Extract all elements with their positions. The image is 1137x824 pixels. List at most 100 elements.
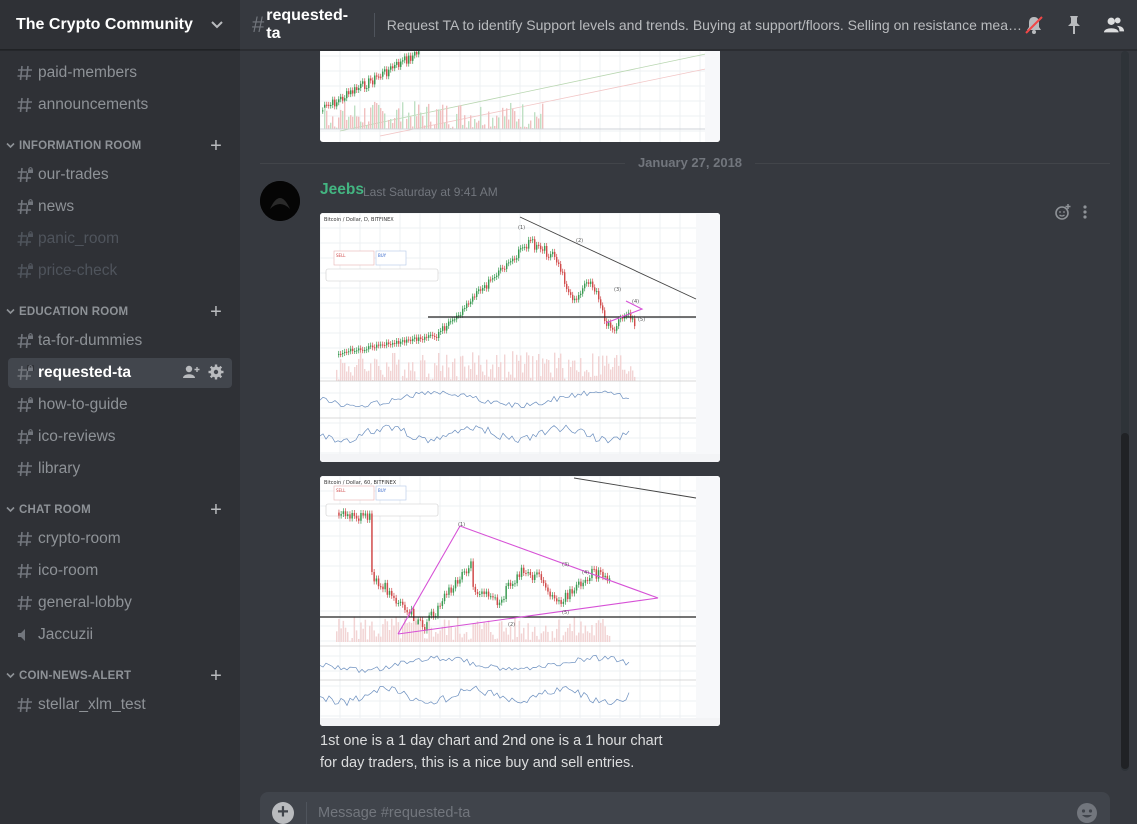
sidebar-channel-crypto-room[interactable]: crypto-room — [8, 524, 232, 554]
pin-icon[interactable] — [1063, 14, 1085, 36]
volume-bar — [362, 628, 364, 642]
price-candle — [560, 263, 562, 272]
more-options-icon[interactable] — [1082, 203, 1088, 226]
upload-plus-button[interactable]: + — [272, 802, 294, 824]
price-candle — [394, 342, 396, 344]
volume-bar — [468, 639, 470, 642]
message-input[interactable] — [318, 800, 1058, 824]
add-reaction-icon[interactable] — [1054, 203, 1072, 226]
category-education-room[interactable]: EDUCATION ROOM + — [0, 300, 240, 324]
volume-bar — [606, 355, 608, 381]
notification-muted-icon[interactable] — [1023, 14, 1045, 36]
volume-bar — [394, 117, 396, 129]
time-axis — [320, 454, 720, 462]
sidebar-channel-general-lobby[interactable]: general-lobby — [8, 588, 232, 618]
volume-bar — [440, 110, 442, 129]
channel-name: paid-members — [38, 64, 138, 81]
price-candle — [391, 590, 393, 596]
price-candle — [589, 578, 591, 582]
volume-bar — [558, 357, 560, 381]
volume-bar — [573, 616, 576, 642]
gear-icon[interactable] — [208, 364, 224, 383]
chart-attachment-2[interactable]: Bitcoin / Dollar, 60, BITFINEX SELL BUY (1)… — [320, 476, 720, 726]
sidebar-channel-announcements[interactable]: announcements — [8, 90, 232, 120]
message-scrollbar[interactable] — [1118, 51, 1132, 771]
sidebar-channel-ico-reviews[interactable]: ico-reviews — [8, 422, 232, 452]
volume-bar — [476, 122, 478, 129]
price-candle — [586, 579, 589, 582]
price-candle — [388, 590, 391, 595]
sidebar-channel-stellar-xlm-test[interactable]: stellar_xlm_test — [8, 690, 232, 720]
chart-attachment-1[interactable]: Bitcoin / Dollar, D, BITFINEX SELL BUY (1) (… — [320, 213, 720, 462]
channel-sidebar: The Crypto Community paid-members announc… — [0, 0, 240, 824]
price-candle — [504, 268, 506, 270]
scroll-thumb[interactable] — [1121, 433, 1129, 769]
emoji-picker-icon[interactable] — [1076, 802, 1098, 824]
channel-topic[interactable]: Request TA to identify Support levels an… — [387, 17, 1023, 33]
price-candle — [578, 581, 580, 585]
price-candle — [374, 347, 376, 349]
price-candle — [396, 340, 398, 344]
add-channel-icon[interactable]: + — [210, 665, 222, 688]
sidebar-channel-panic-room[interactable]: panic_room — [8, 224, 232, 254]
price-candle — [597, 570, 600, 579]
volume-bar — [371, 621, 373, 642]
sidebar-channel-jaccuzii[interactable]: Jaccuzii — [8, 620, 232, 650]
volume-bar — [572, 360, 574, 381]
price-candle — [413, 608, 415, 622]
add-channel-icon[interactable]: + — [210, 499, 222, 522]
message-list[interactable]: January 27, 2018 Jeebs Last Saturday at … — [240, 51, 1118, 771]
sidebar-channel-ta-for-dummies[interactable]: ta-for-dummies — [8, 326, 232, 356]
volume-bar — [574, 360, 576, 381]
volume-bar — [366, 639, 369, 642]
previous-chart-image[interactable] — [320, 51, 720, 142]
prev-candle — [332, 99, 334, 106]
volume-bar — [402, 626, 404, 642]
volume-bar — [504, 116, 506, 129]
category-chat-room[interactable]: CHAT ROOM + — [0, 498, 240, 522]
volume-bar — [532, 356, 534, 381]
price-candle — [530, 239, 532, 241]
volume-bar — [522, 104, 524, 129]
member-list-icon[interactable] — [1103, 14, 1125, 36]
chevron-down-icon — [6, 506, 15, 515]
sidebar-channel-requested-ta[interactable]: requested-ta — [8, 358, 232, 388]
volume-bar — [538, 354, 540, 381]
sidebar-channel-paid-members[interactable]: paid-members — [8, 58, 232, 88]
sidebar-channel-price-check[interactable]: price-check — [8, 256, 232, 286]
wave-label: (2) — [576, 238, 583, 244]
avatar[interactable] — [260, 181, 300, 221]
volume-bar — [362, 358, 364, 381]
price-candle — [450, 587, 452, 593]
volume-bar — [443, 619, 446, 642]
message-author[interactable]: Jeebs — [320, 181, 364, 199]
volume-bar — [388, 366, 390, 381]
sidebar-channel-library[interactable]: library — [8, 454, 232, 484]
sidebar-channel-news[interactable]: news — [8, 192, 232, 222]
price-candle — [592, 281, 594, 288]
volume-bar — [553, 637, 556, 642]
category-coin-news-alert[interactable]: COIN-NEWS-ALERT + — [0, 664, 240, 688]
sell-label: SELL — [336, 253, 346, 258]
chevron-down-icon[interactable] — [210, 17, 224, 33]
add-channel-icon[interactable]: + — [210, 301, 222, 324]
locked-hash-icon — [16, 396, 36, 414]
volume-bar — [362, 122, 364, 129]
price-candle — [364, 350, 366, 352]
invite-user-icon[interactable] — [182, 364, 200, 383]
add-channel-icon[interactable]: + — [210, 135, 222, 158]
prev-candle — [394, 64, 396, 69]
volume-bar — [340, 109, 342, 129]
volume-bar — [548, 360, 550, 381]
price-candle — [567, 592, 569, 600]
price-candle — [586, 282, 588, 284]
sidebar-channel-how-to-guide[interactable]: how-to-guide — [8, 390, 232, 420]
volume-bar — [484, 124, 486, 129]
price-candle — [354, 350, 356, 352]
sidebar-channel-ico-room[interactable]: ico-room — [8, 556, 232, 586]
sidebar-channel-our-trades[interactable]: our-trades — [8, 160, 232, 190]
guild-header[interactable]: The Crypto Community — [0, 0, 240, 50]
price-candle — [344, 351, 346, 354]
volume-bar — [382, 374, 384, 381]
category-information-room[interactable]: INFORMATION ROOM + — [0, 134, 240, 158]
